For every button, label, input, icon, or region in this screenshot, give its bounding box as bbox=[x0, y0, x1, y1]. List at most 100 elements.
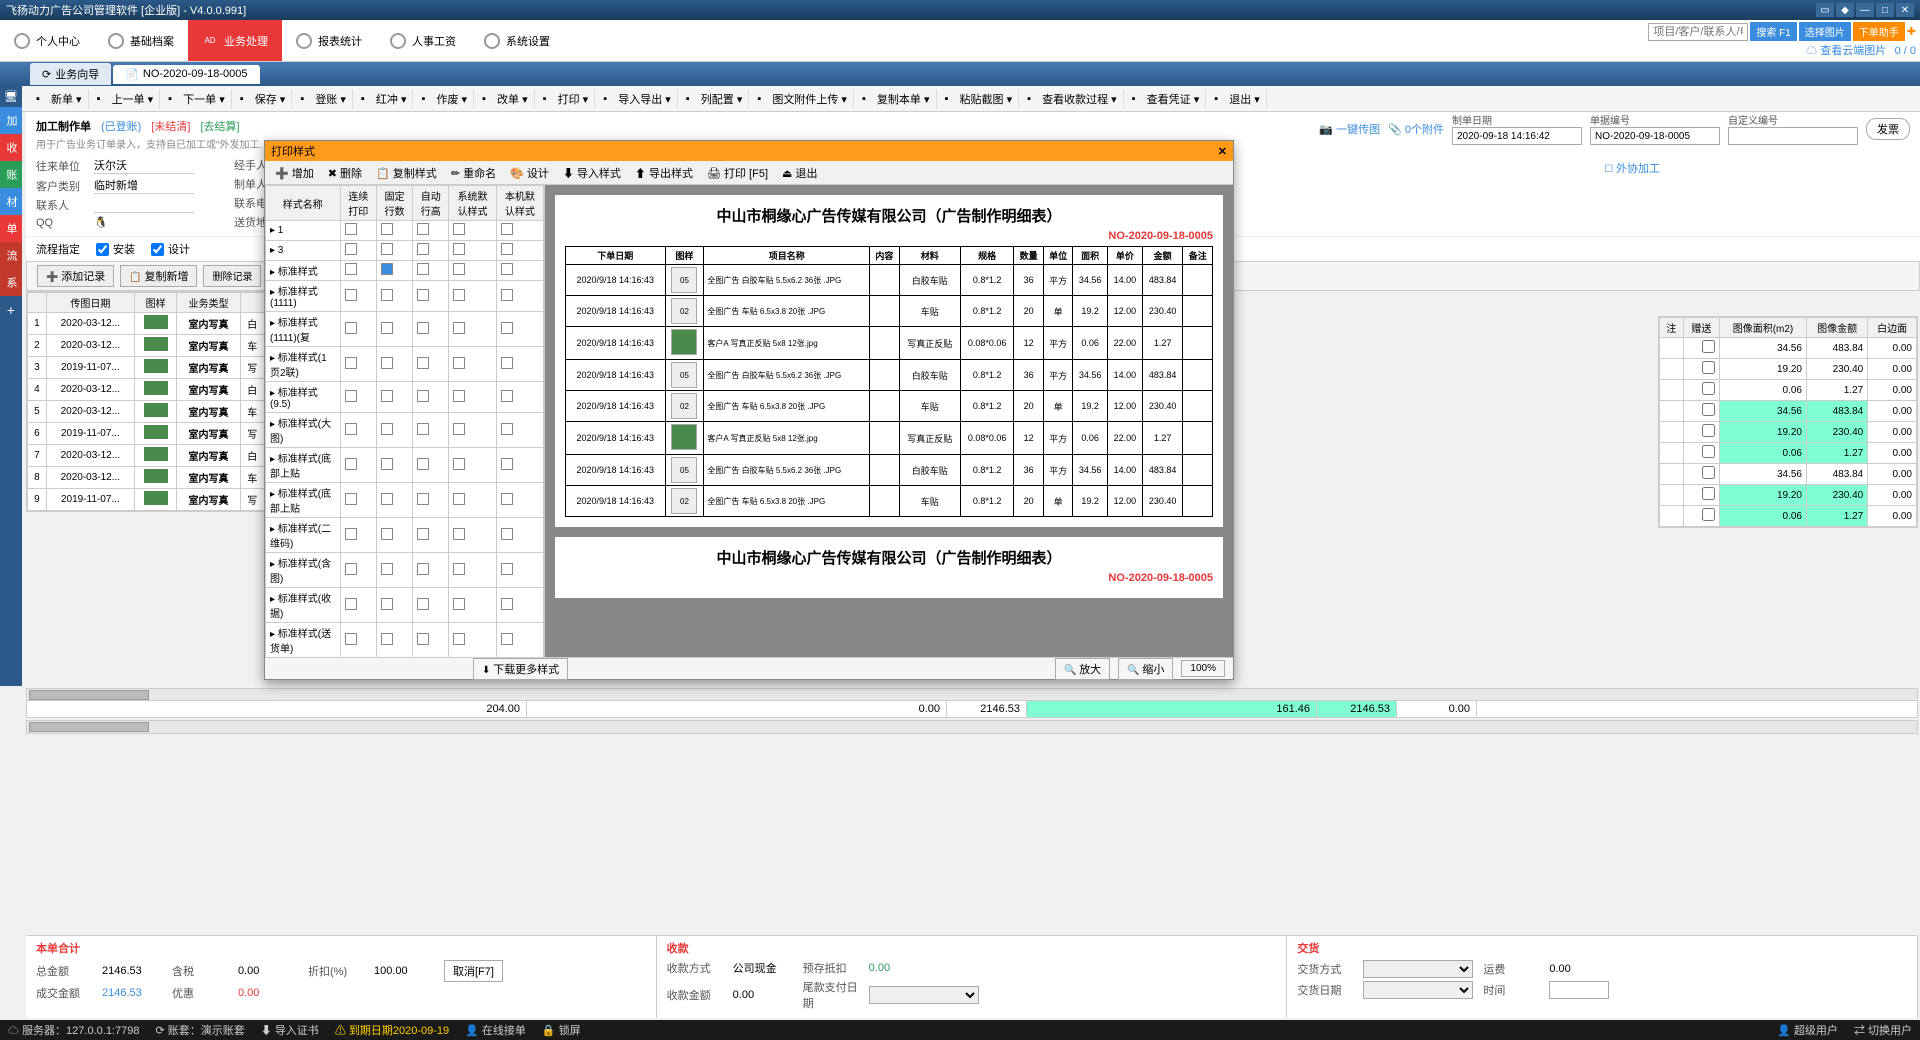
dialog-toolbar-btn[interactable]: ⬇ 导入样式 bbox=[557, 163, 627, 183]
hscroll-2[interactable] bbox=[26, 720, 1918, 734]
table-row[interactable]: 12020-03-12...室内写真白 bbox=[28, 313, 265, 335]
style-row[interactable]: ▸ 1 bbox=[266, 221, 544, 241]
zoom-level[interactable]: 100% bbox=[1181, 660, 1225, 677]
leftnav-account[interactable]: 账 bbox=[0, 161, 22, 188]
onekey-link[interactable]: 📷 一键传图 bbox=[1319, 121, 1380, 137]
menu-reports[interactable]: 报表统计 bbox=[282, 20, 376, 61]
toolbar-btn[interactable]: ▪下一单 ▾ bbox=[162, 89, 232, 109]
toolbar-btn[interactable]: ▪查看收款过程 ▾ bbox=[1021, 89, 1124, 109]
table-row[interactable]: 72020-03-12...室内写真白 bbox=[28, 445, 265, 467]
toolbar-btn[interactable]: ▪新单 ▾ bbox=[30, 89, 89, 109]
download-styles-button[interactable]: ⬇ 下载更多样式 bbox=[473, 658, 568, 680]
table-row[interactable]: 34.56483.840.00 bbox=[1660, 401, 1917, 422]
chk-install[interactable]: 安装 bbox=[96, 241, 135, 257]
style-row[interactable]: ▸ 标准样式(底部上贴 bbox=[266, 448, 544, 483]
win-btn[interactable]: ◆ bbox=[1836, 3, 1854, 17]
style-row[interactable]: ▸ 标准样式(大图) bbox=[266, 413, 544, 448]
toolbar-btn[interactable]: ▪作废 ▾ bbox=[415, 89, 474, 109]
ship-time[interactable] bbox=[1549, 981, 1609, 999]
dialog-toolbar-btn[interactable]: ⬆ 导出样式 bbox=[629, 163, 699, 183]
customer-unit[interactable]: 沃尔沃 bbox=[94, 157, 194, 174]
style-row[interactable]: ▸ 标准样式(收据) bbox=[266, 588, 544, 623]
table-row[interactable]: 62019-11-07...室内写真写 bbox=[28, 423, 265, 445]
menu-basedata[interactable]: 基础档案 bbox=[94, 20, 188, 61]
style-row[interactable]: ▸ 标准样式 bbox=[266, 261, 544, 281]
dialog-toolbar-btn[interactable]: 🎨 设计 bbox=[504, 163, 555, 183]
leftnav-order[interactable]: 单 bbox=[0, 215, 22, 242]
table-row[interactable]: 42020-03-12...室内写真白 bbox=[28, 379, 265, 401]
close-button[interactable]: ✕ bbox=[1896, 3, 1914, 17]
leftnav-flow[interactable]: 流 bbox=[0, 242, 22, 269]
order-helper-button[interactable]: 下单助手 bbox=[1853, 22, 1905, 41]
menu-settings[interactable]: 系统设置 bbox=[470, 20, 564, 61]
leftnav-material[interactable]: 材 bbox=[0, 188, 22, 215]
table-row[interactable]: 52020-03-12...室内写真车 bbox=[28, 401, 265, 423]
toolbar-btn[interactable]: ▪上一单 ▾ bbox=[91, 89, 161, 109]
menu-hr[interactable]: 人事工资 bbox=[376, 20, 470, 61]
chk-design[interactable]: 设计 bbox=[151, 241, 190, 257]
dialog-toolbar-btn[interactable]: 🖨 打印 [F5] bbox=[701, 163, 774, 183]
table-row[interactable]: 0.061.270.00 bbox=[1660, 380, 1917, 401]
doc-date[interactable] bbox=[1452, 127, 1582, 145]
style-row[interactable]: ▸ 3 bbox=[266, 241, 544, 261]
cancel-button[interactable]: 取消[F7] bbox=[444, 960, 503, 982]
print-preview[interactable]: 中山市桐缘心广告传媒有限公司（广告制作明细表） NO-2020-09-18-00… bbox=[545, 185, 1233, 657]
doc-no[interactable] bbox=[1590, 127, 1720, 145]
outsource-link[interactable]: ☐ 外协加工 bbox=[1604, 160, 1660, 176]
toolbar-btn[interactable]: ▪粘贴截图 ▾ bbox=[939, 89, 1020, 109]
lock-screen[interactable]: 🔒 锁屏 bbox=[542, 1022, 581, 1038]
toolbar-btn[interactable]: ▪退出 ▾ bbox=[1208, 89, 1267, 109]
toolbar-btn[interactable]: ▪查看凭证 ▾ bbox=[1126, 89, 1207, 109]
dialog-toolbar-btn[interactable]: ➕ 增加 bbox=[269, 163, 320, 183]
leftnav-plus[interactable]: + bbox=[0, 296, 22, 324]
toolbar-btn[interactable]: ▪保存 ▾ bbox=[234, 89, 293, 109]
dialog-close-button[interactable]: ✕ bbox=[1218, 145, 1227, 158]
style-row[interactable]: ▸ 标准样式(含图) bbox=[266, 553, 544, 588]
menu-personal[interactable]: 个人中心 bbox=[0, 20, 94, 61]
attach-link[interactable]: 📎 0个附件 bbox=[1388, 121, 1444, 137]
leftnav-monitor-icon[interactable]: 🖥 bbox=[0, 86, 22, 107]
add-record-button[interactable]: ➕ 添加记录 bbox=[37, 265, 114, 287]
table-row[interactable]: 0.061.270.00 bbox=[1660, 443, 1917, 464]
toolbar-btn[interactable]: ▪登账 ▾ bbox=[294, 89, 353, 109]
toolbar-btn[interactable]: ▪复制本单 ▾ bbox=[856, 89, 937, 109]
dialog-toolbar-btn[interactable]: ✖ 删除 bbox=[322, 163, 368, 183]
super-user[interactable]: 👤 超级用户 bbox=[1777, 1022, 1838, 1038]
copy-record-button[interactable]: 📋 复制新增 bbox=[120, 265, 197, 287]
maximize-button[interactable]: □ bbox=[1876, 3, 1894, 17]
dialog-toolbar-btn[interactable]: ✏ 重命名 bbox=[445, 163, 502, 183]
style-row[interactable]: ▸ 标准样式(9.5) bbox=[266, 382, 544, 413]
tag-settle[interactable]: [去结算] bbox=[200, 118, 239, 134]
toolbar-btn[interactable]: ▪列配置 ▾ bbox=[680, 89, 750, 109]
ship-date[interactable] bbox=[1363, 981, 1473, 999]
table-row[interactable]: 34.56483.840.00 bbox=[1660, 464, 1917, 485]
style-row[interactable]: ▸ 标准样式(底部上贴 bbox=[266, 483, 544, 518]
search-input[interactable] bbox=[1648, 23, 1748, 41]
ship-method[interactable] bbox=[1363, 960, 1473, 978]
tab-navigator[interactable]: ⟳ 业务向导 bbox=[30, 63, 111, 85]
zoom-in-button[interactable]: 🔍 放大 bbox=[1055, 658, 1110, 680]
custom-no[interactable] bbox=[1728, 127, 1858, 145]
toolbar-btn[interactable]: ▪导入导出 ▾ bbox=[597, 89, 678, 109]
table-row[interactable]: 34.56483.840.00 bbox=[1660, 338, 1917, 359]
win-btn[interactable]: ▭ bbox=[1816, 3, 1834, 17]
contact-field[interactable] bbox=[94, 197, 194, 213]
toolbar-btn[interactable]: ▪改单 ▾ bbox=[476, 89, 535, 109]
toolbar-btn[interactable]: ▪图文附件上传 ▾ bbox=[751, 89, 854, 109]
toolbar-btn[interactable]: ▪红冲 ▾ bbox=[355, 89, 414, 109]
dialog-toolbar-btn[interactable]: 📋 复制样式 bbox=[370, 163, 443, 183]
online-order[interactable]: 👤 在线接单 bbox=[465, 1022, 526, 1038]
style-row[interactable]: ▸ 标准样式(1页2联) bbox=[266, 347, 544, 382]
table-row[interactable]: 22020-03-12...室内写真车 bbox=[28, 335, 265, 357]
toolbar-btn[interactable]: ▪打印 ▾ bbox=[537, 89, 596, 109]
leftnav-receive[interactable]: 收 bbox=[0, 134, 22, 161]
zoom-out-button[interactable]: 🔍 缩小 bbox=[1118, 658, 1173, 680]
minimize-button[interactable]: — bbox=[1856, 3, 1874, 17]
style-row[interactable]: ▸ 标准样式(二维码) bbox=[266, 518, 544, 553]
switch-user[interactable]: ⇄ 切换用户 bbox=[1854, 1022, 1912, 1038]
tab-document[interactable]: 📄 NO-2020-09-18-0005 bbox=[113, 65, 259, 84]
table-row[interactable]: 19.20230.400.00 bbox=[1660, 359, 1917, 380]
table-row[interactable]: 82020-03-12...室内写真车 bbox=[28, 467, 265, 489]
table-row[interactable]: 19.20230.400.00 bbox=[1660, 485, 1917, 506]
import-cert[interactable]: ⬇ 导入证书 bbox=[261, 1022, 319, 1038]
